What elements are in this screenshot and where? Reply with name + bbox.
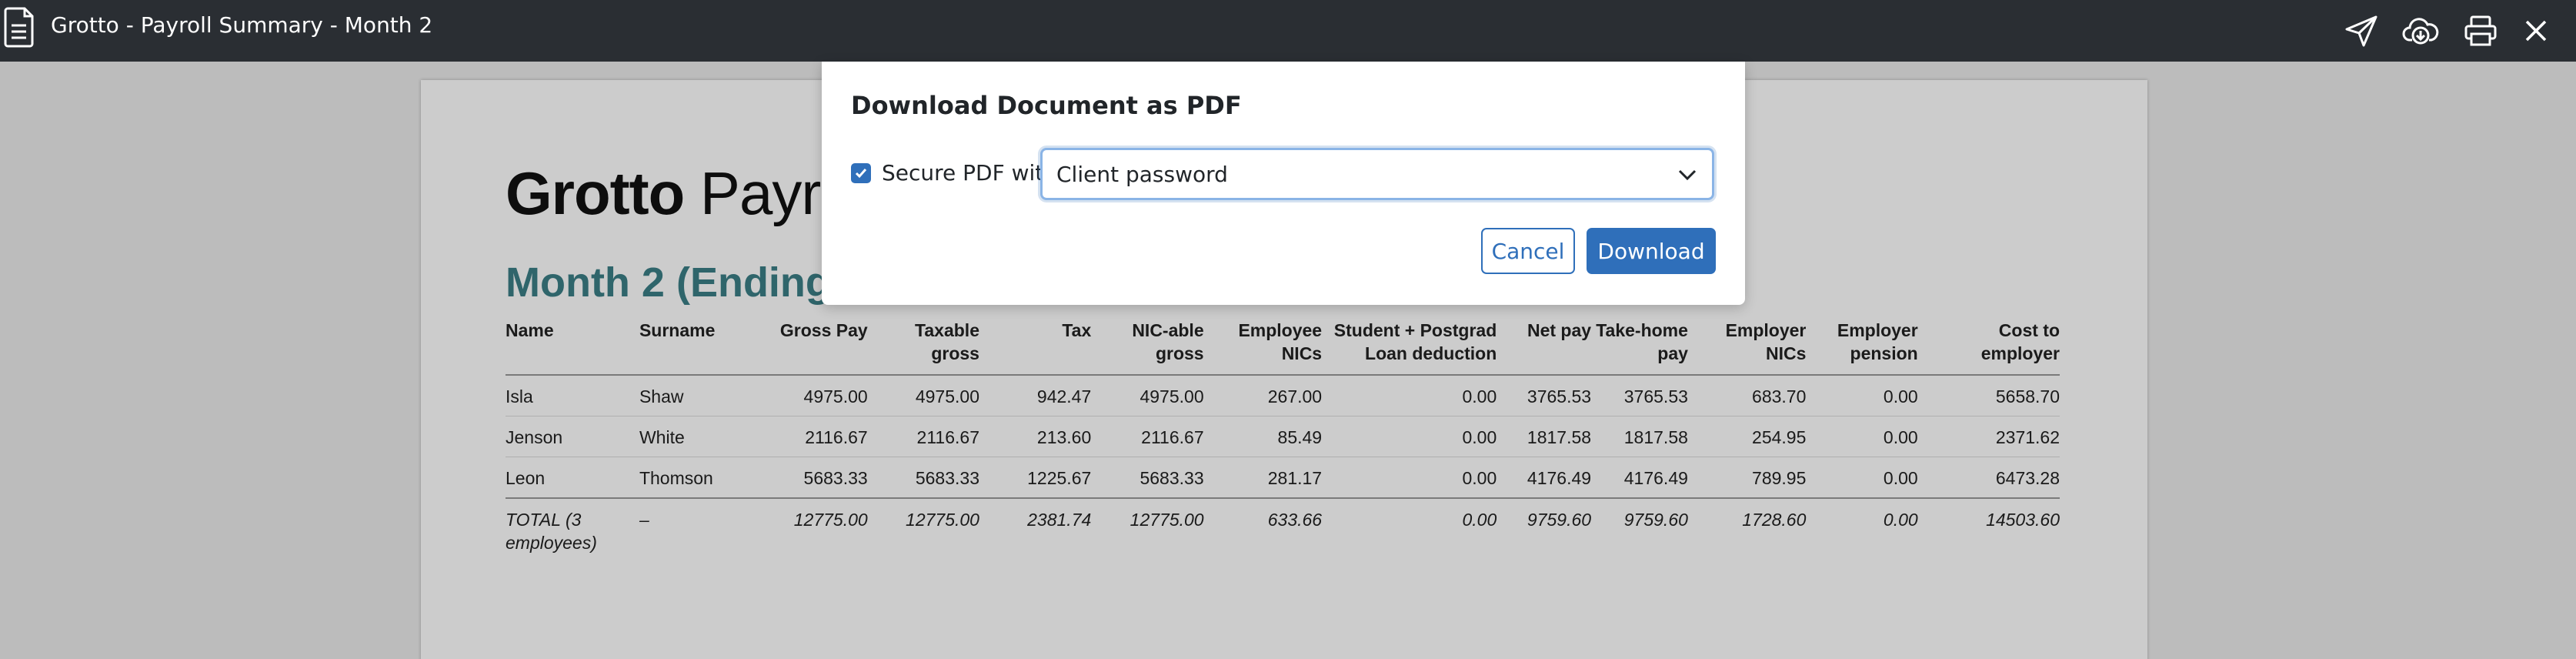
cloud-download-icon	[2402, 18, 2439, 45]
download-button[interactable]: Download	[1587, 228, 1716, 274]
secure-method-select[interactable]: Client password	[1040, 148, 1714, 200]
window-title: Grotto - Payroll Summary - Month 2	[51, 12, 433, 38]
cancel-button[interactable]: Cancel	[1481, 228, 1575, 274]
download-cloud-button[interactable]	[2397, 8, 2444, 54]
send-icon	[2345, 15, 2377, 47]
secure-method-value: Client password	[1056, 162, 1228, 187]
download-pdf-dialog: Download Document as PDF Secure PDF with…	[822, 62, 1745, 305]
close-button[interactable]	[2513, 8, 2559, 54]
print-icon	[2464, 15, 2497, 46]
secure-pdf-checkbox[interactable]	[851, 163, 871, 183]
chevron-down-icon	[1678, 169, 1697, 181]
app-header: Grotto - Payroll Summary - Month 2	[0, 0, 2576, 62]
secure-pdf-label[interactable]: Secure PDF with	[882, 159, 1057, 187]
close-icon	[2525, 20, 2547, 42]
dialog-title: Download Document as PDF	[851, 91, 1242, 120]
document-icon	[3, 6, 35, 48]
print-button[interactable]	[2458, 8, 2504, 54]
checkmark-icon	[855, 169, 867, 179]
send-button[interactable]	[2339, 8, 2385, 54]
